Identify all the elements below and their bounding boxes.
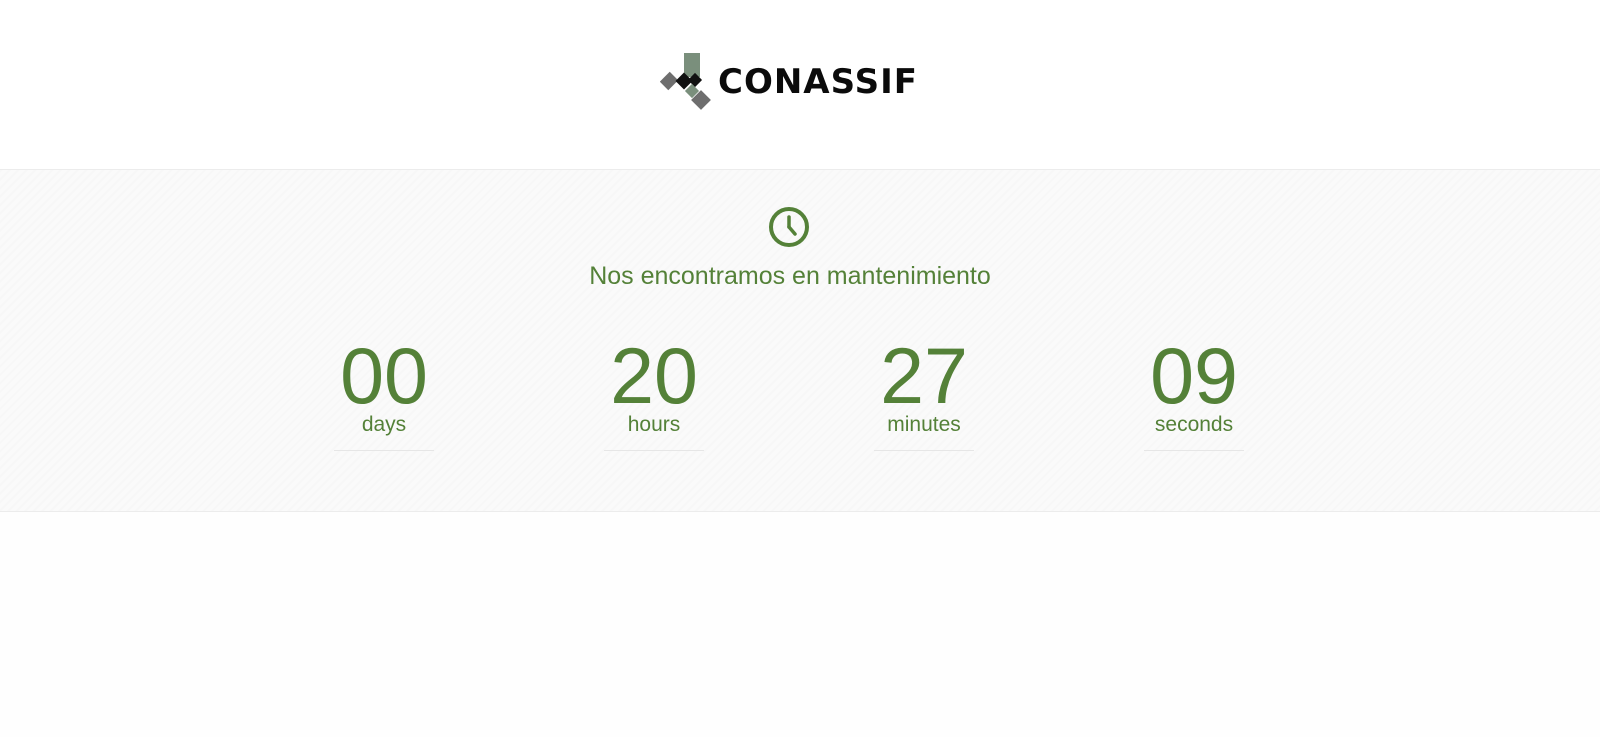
countdown-seconds-value: 09	[1150, 331, 1238, 420]
maintenance-page: CONASSIF Nos encontramos en mantenimient…	[0, 0, 1600, 737]
maintenance-message: Nos encontramos en mantenimiento	[589, 262, 991, 290]
countdown-divider	[1144, 450, 1244, 451]
header: CONASSIF	[0, 0, 1600, 170]
conassif-logo: CONASSIF	[660, 52, 920, 112]
brand-name: CONASSIF	[718, 62, 918, 102]
countdown-hours-value: 20	[610, 331, 698, 420]
countdown-divider	[334, 450, 434, 451]
maintenance-band: Nos encontramos en mantenimiento 00 days…	[0, 169, 1600, 512]
countdown-days-value: 00	[340, 331, 428, 420]
countdown-seconds-label: seconds	[1154, 413, 1234, 436]
countdown-days: 00 days	[334, 336, 434, 451]
countdown-divider	[604, 450, 704, 451]
logo-mark-icon	[660, 53, 711, 110]
countdown-minutes: 27 minutes	[874, 336, 974, 451]
countdown-minutes-label: minutes	[887, 413, 961, 436]
countdown-hours: 20 hours	[604, 336, 704, 451]
countdown-seconds: 09 seconds	[1144, 336, 1244, 451]
countdown-minutes-value: 27	[880, 331, 968, 420]
clock-icon	[769, 207, 809, 247]
countdown-divider	[874, 450, 974, 451]
